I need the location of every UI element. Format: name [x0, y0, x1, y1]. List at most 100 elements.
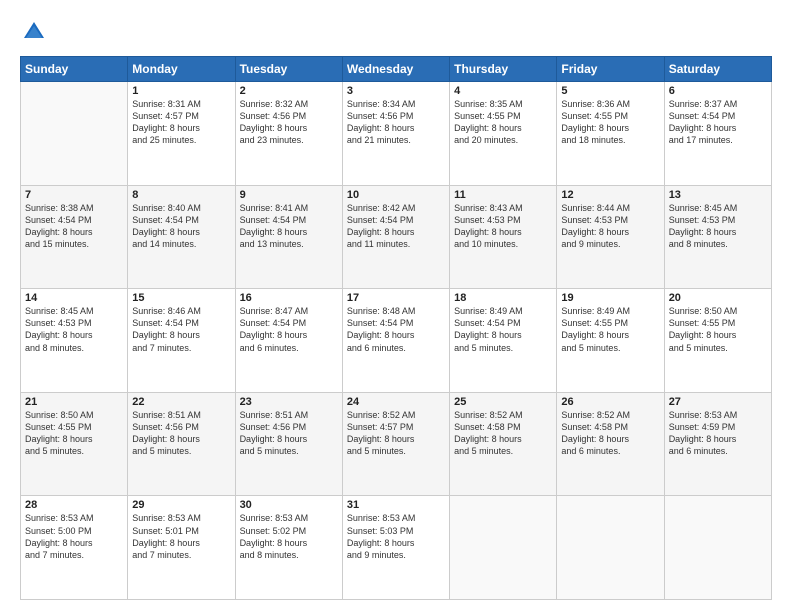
calendar-cell: 26Sunrise: 8:52 AM Sunset: 4:58 PM Dayli… — [557, 392, 664, 496]
day-number: 19 — [561, 292, 659, 304]
cell-content: Sunrise: 8:49 AM Sunset: 4:55 PM Dayligh… — [561, 305, 659, 354]
cell-content: Sunrise: 8:52 AM Sunset: 4:58 PM Dayligh… — [454, 409, 552, 458]
calendar-cell: 16Sunrise: 8:47 AM Sunset: 4:54 PM Dayli… — [235, 289, 342, 393]
calendar-cell: 9Sunrise: 8:41 AM Sunset: 4:54 PM Daylig… — [235, 185, 342, 289]
cell-content: Sunrise: 8:44 AM Sunset: 4:53 PM Dayligh… — [561, 202, 659, 251]
calendar-cell: 25Sunrise: 8:52 AM Sunset: 4:58 PM Dayli… — [450, 392, 557, 496]
day-of-week-header: Friday — [557, 57, 664, 82]
day-number: 25 — [454, 396, 552, 408]
cell-content: Sunrise: 8:53 AM Sunset: 5:00 PM Dayligh… — [25, 512, 123, 561]
calendar-cell: 7Sunrise: 8:38 AM Sunset: 4:54 PM Daylig… — [21, 185, 128, 289]
day-number: 6 — [669, 85, 767, 97]
cell-content: Sunrise: 8:45 AM Sunset: 4:53 PM Dayligh… — [669, 202, 767, 251]
day-number: 21 — [25, 396, 123, 408]
cell-content: Sunrise: 8:46 AM Sunset: 4:54 PM Dayligh… — [132, 305, 230, 354]
day-number: 3 — [347, 85, 445, 97]
cell-content: Sunrise: 8:31 AM Sunset: 4:57 PM Dayligh… — [132, 98, 230, 147]
calendar-week-row: 7Sunrise: 8:38 AM Sunset: 4:54 PM Daylig… — [21, 185, 772, 289]
cell-content: Sunrise: 8:36 AM Sunset: 4:55 PM Dayligh… — [561, 98, 659, 147]
calendar-cell: 23Sunrise: 8:51 AM Sunset: 4:56 PM Dayli… — [235, 392, 342, 496]
cell-content: Sunrise: 8:53 AM Sunset: 5:02 PM Dayligh… — [240, 512, 338, 561]
day-number: 13 — [669, 189, 767, 201]
calendar-cell: 8Sunrise: 8:40 AM Sunset: 4:54 PM Daylig… — [128, 185, 235, 289]
day-number: 15 — [132, 292, 230, 304]
calendar-cell: 6Sunrise: 8:37 AM Sunset: 4:54 PM Daylig… — [664, 82, 771, 186]
cell-content: Sunrise: 8:53 AM Sunset: 5:03 PM Dayligh… — [347, 512, 445, 561]
day-number: 17 — [347, 292, 445, 304]
cell-content: Sunrise: 8:50 AM Sunset: 4:55 PM Dayligh… — [25, 409, 123, 458]
calendar-week-row: 21Sunrise: 8:50 AM Sunset: 4:55 PM Dayli… — [21, 392, 772, 496]
day-number: 1 — [132, 85, 230, 97]
day-number: 12 — [561, 189, 659, 201]
day-number: 26 — [561, 396, 659, 408]
calendar-cell: 29Sunrise: 8:53 AM Sunset: 5:01 PM Dayli… — [128, 496, 235, 600]
calendar-cell: 18Sunrise: 8:49 AM Sunset: 4:54 PM Dayli… — [450, 289, 557, 393]
calendar-cell: 28Sunrise: 8:53 AM Sunset: 5:00 PM Dayli… — [21, 496, 128, 600]
calendar-cell: 21Sunrise: 8:50 AM Sunset: 4:55 PM Dayli… — [21, 392, 128, 496]
calendar-table: SundayMondayTuesdayWednesdayThursdayFrid… — [20, 56, 772, 600]
cell-content: Sunrise: 8:47 AM Sunset: 4:54 PM Dayligh… — [240, 305, 338, 354]
cell-content: Sunrise: 8:43 AM Sunset: 4:53 PM Dayligh… — [454, 202, 552, 251]
day-of-week-header: Saturday — [664, 57, 771, 82]
calendar-cell: 10Sunrise: 8:42 AM Sunset: 4:54 PM Dayli… — [342, 185, 449, 289]
calendar-week-row: 1Sunrise: 8:31 AM Sunset: 4:57 PM Daylig… — [21, 82, 772, 186]
calendar-cell: 15Sunrise: 8:46 AM Sunset: 4:54 PM Dayli… — [128, 289, 235, 393]
day-of-week-header: Monday — [128, 57, 235, 82]
day-number: 10 — [347, 189, 445, 201]
day-number: 23 — [240, 396, 338, 408]
calendar-cell: 27Sunrise: 8:53 AM Sunset: 4:59 PM Dayli… — [664, 392, 771, 496]
day-number: 7 — [25, 189, 123, 201]
day-number: 31 — [347, 499, 445, 511]
day-number: 24 — [347, 396, 445, 408]
calendar-page: SundayMondayTuesdayWednesdayThursdayFrid… — [0, 0, 792, 612]
cell-content: Sunrise: 8:52 AM Sunset: 4:57 PM Dayligh… — [347, 409, 445, 458]
day-number: 2 — [240, 85, 338, 97]
day-number: 20 — [669, 292, 767, 304]
calendar-cell: 3Sunrise: 8:34 AM Sunset: 4:56 PM Daylig… — [342, 82, 449, 186]
day-number: 28 — [25, 499, 123, 511]
calendar-cell — [450, 496, 557, 600]
calendar-header-row: SundayMondayTuesdayWednesdayThursdayFrid… — [21, 57, 772, 82]
logo-icon — [20, 18, 48, 46]
calendar-cell: 31Sunrise: 8:53 AM Sunset: 5:03 PM Dayli… — [342, 496, 449, 600]
cell-content: Sunrise: 8:48 AM Sunset: 4:54 PM Dayligh… — [347, 305, 445, 354]
cell-content: Sunrise: 8:40 AM Sunset: 4:54 PM Dayligh… — [132, 202, 230, 251]
calendar-cell: 4Sunrise: 8:35 AM Sunset: 4:55 PM Daylig… — [450, 82, 557, 186]
day-number: 14 — [25, 292, 123, 304]
calendar-cell: 14Sunrise: 8:45 AM Sunset: 4:53 PM Dayli… — [21, 289, 128, 393]
day-number: 5 — [561, 85, 659, 97]
cell-content: Sunrise: 8:41 AM Sunset: 4:54 PM Dayligh… — [240, 202, 338, 251]
calendar-cell: 22Sunrise: 8:51 AM Sunset: 4:56 PM Dayli… — [128, 392, 235, 496]
cell-content: Sunrise: 8:45 AM Sunset: 4:53 PM Dayligh… — [25, 305, 123, 354]
calendar-cell — [664, 496, 771, 600]
day-of-week-header: Tuesday — [235, 57, 342, 82]
day-number: 8 — [132, 189, 230, 201]
day-number: 16 — [240, 292, 338, 304]
cell-content: Sunrise: 8:32 AM Sunset: 4:56 PM Dayligh… — [240, 98, 338, 147]
calendar-cell: 12Sunrise: 8:44 AM Sunset: 4:53 PM Dayli… — [557, 185, 664, 289]
calendar-cell: 11Sunrise: 8:43 AM Sunset: 4:53 PM Dayli… — [450, 185, 557, 289]
day-number: 18 — [454, 292, 552, 304]
day-number: 11 — [454, 189, 552, 201]
calendar-cell: 2Sunrise: 8:32 AM Sunset: 4:56 PM Daylig… — [235, 82, 342, 186]
day-number: 9 — [240, 189, 338, 201]
calendar-cell: 20Sunrise: 8:50 AM Sunset: 4:55 PM Dayli… — [664, 289, 771, 393]
cell-content: Sunrise: 8:52 AM Sunset: 4:58 PM Dayligh… — [561, 409, 659, 458]
calendar-cell — [557, 496, 664, 600]
cell-content: Sunrise: 8:53 AM Sunset: 4:59 PM Dayligh… — [669, 409, 767, 458]
calendar-cell: 24Sunrise: 8:52 AM Sunset: 4:57 PM Dayli… — [342, 392, 449, 496]
calendar-cell: 30Sunrise: 8:53 AM Sunset: 5:02 PM Dayli… — [235, 496, 342, 600]
day-number: 4 — [454, 85, 552, 97]
day-number: 27 — [669, 396, 767, 408]
cell-content: Sunrise: 8:34 AM Sunset: 4:56 PM Dayligh… — [347, 98, 445, 147]
calendar-cell: 1Sunrise: 8:31 AM Sunset: 4:57 PM Daylig… — [128, 82, 235, 186]
cell-content: Sunrise: 8:37 AM Sunset: 4:54 PM Dayligh… — [669, 98, 767, 147]
cell-content: Sunrise: 8:51 AM Sunset: 4:56 PM Dayligh… — [240, 409, 338, 458]
cell-content: Sunrise: 8:42 AM Sunset: 4:54 PM Dayligh… — [347, 202, 445, 251]
cell-content: Sunrise: 8:53 AM Sunset: 5:01 PM Dayligh… — [132, 512, 230, 561]
day-number: 22 — [132, 396, 230, 408]
calendar-cell — [21, 82, 128, 186]
cell-content: Sunrise: 8:50 AM Sunset: 4:55 PM Dayligh… — [669, 305, 767, 354]
calendar-cell: 13Sunrise: 8:45 AM Sunset: 4:53 PM Dayli… — [664, 185, 771, 289]
calendar-cell: 17Sunrise: 8:48 AM Sunset: 4:54 PM Dayli… — [342, 289, 449, 393]
